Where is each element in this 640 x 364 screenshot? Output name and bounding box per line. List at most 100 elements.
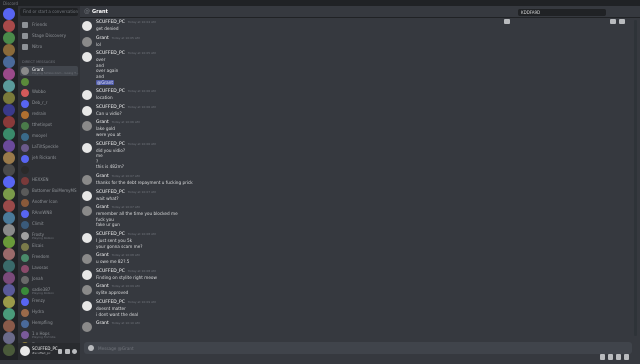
server-icon[interactable] [3, 236, 15, 248]
server-icon[interactable] [3, 320, 15, 332]
avatar[interactable] [82, 233, 92, 243]
avatar[interactable] [82, 301, 92, 311]
server-icon[interactable] [3, 332, 15, 344]
avatar[interactable] [82, 322, 92, 333]
server-icon[interactable] [3, 128, 15, 140]
message-author[interactable]: Grant Today at 10:08 AM [96, 253, 140, 258]
message-author[interactable]: Grant Today at 10:09 AM [96, 284, 140, 289]
nav-stage-discovery[interactable]: Stage Discovery [22, 31, 66, 40]
dm-item[interactable]: Grant Playing SimGo.Com - Going T... [20, 66, 79, 76]
dm-item[interactable]: HEXXEN [20, 176, 78, 186]
server-icon[interactable] [3, 56, 15, 68]
avatar[interactable] [20, 346, 30, 356]
dm-item[interactable]: tthetinpot [20, 121, 78, 131]
emoji-icon[interactable] [624, 354, 629, 360]
user-mention[interactable]: @Grant [96, 79, 115, 85]
dm-item[interactable]: Climit [20, 220, 78, 230]
gift-icon[interactable] [600, 354, 605, 360]
avatar[interactable] [82, 90, 92, 101]
server-icon[interactable] [3, 224, 15, 236]
server-icon[interactable] [3, 116, 15, 128]
message-author[interactable]: SCUFFED_PC Today at 10:08 AM [96, 232, 156, 237]
server-icon[interactable] [3, 308, 15, 320]
dm-item[interactable]: Hydra [20, 308, 78, 318]
server-icon[interactable] [3, 284, 15, 296]
dm-item[interactable] [20, 77, 78, 87]
message-author[interactable]: SCUFFED_PC Today at 10:04 AM [96, 20, 156, 25]
dm-item[interactable]: LaTiltSpeckle [20, 143, 78, 153]
server-icon[interactable] [3, 104, 15, 116]
message-author[interactable]: Grant Today at 10:05 AM [96, 36, 140, 41]
server-icon[interactable] [3, 344, 15, 356]
message-author[interactable]: SCUFFED_PC Today at 10:08 AM [96, 269, 156, 274]
avatar[interactable] [82, 190, 92, 201]
gear-icon[interactable] [72, 349, 77, 354]
sticker-icon[interactable] [616, 354, 621, 360]
avatar[interactable] [82, 21, 92, 31]
server-icon[interactable] [3, 80, 15, 92]
dm-item[interactable]: Bottomer BoiMemyMS [20, 187, 78, 197]
avatar[interactable] [82, 142, 92, 153]
server-icon[interactable] [3, 44, 15, 56]
server-icon[interactable] [3, 32, 15, 44]
server-icon[interactable] [3, 212, 15, 224]
dm-item[interactable]: mooyel [20, 132, 78, 142]
dm-item[interactable]: Deb_r_r [20, 99, 78, 109]
dm-item[interactable]: Wobbo [20, 88, 78, 98]
dm-item[interactable]: Another Icon [20, 198, 78, 208]
dm-item[interactable]: 1 x Hops Playing Fortnite [20, 330, 78, 340]
server-icon[interactable] [3, 20, 15, 32]
server-icon[interactable] [3, 92, 15, 104]
dm-item[interactable]: Jonah [20, 275, 78, 285]
dm-search-input[interactable]: Find or start a conversation [20, 8, 78, 16]
dm-item[interactable]: Freedom [20, 253, 78, 263]
avatar[interactable] [82, 36, 92, 47]
server-icon[interactable] [3, 176, 15, 188]
dm-item[interactable]: redrain [20, 110, 78, 120]
server-icon[interactable] [3, 296, 15, 308]
message-author[interactable]: SCUFFED_PC Today at 10:09 AM [96, 300, 156, 305]
avatar[interactable] [82, 285, 92, 296]
avatar[interactable] [82, 105, 92, 116]
avatar[interactable] [82, 52, 92, 63]
message-author[interactable]: SCUFFED_PC Today at 10:07 AM [96, 190, 156, 195]
header-search-input[interactable]: KDDFA9D [518, 8, 606, 16]
server-icon[interactable] [3, 260, 15, 272]
dm-item[interactable] [20, 165, 78, 175]
dm-item[interactable]: Frosty Playing Roblox [20, 231, 78, 241]
attach-plus-icon[interactable] [88, 345, 94, 351]
message-author[interactable]: SCUFFED_PC Today at 10:06 AM [96, 89, 156, 94]
dm-item[interactable]: Hempfling [20, 319, 78, 329]
dm-item[interactable]: Lavosas [20, 264, 78, 274]
message-author[interactable]: Grant Today at 10:06 AM [96, 120, 140, 125]
server-icon[interactable] [3, 152, 15, 164]
dm-item[interactable]: Elcais [20, 242, 78, 252]
gif-icon[interactable] [608, 354, 613, 360]
avatar[interactable] [82, 175, 92, 185]
message-author[interactable]: Grant Today at 10:10 AM [96, 321, 140, 326]
server-icon[interactable] [3, 272, 15, 284]
message-author[interactable]: SCUFFED_PC Today at 10:05 AM [96, 51, 156, 56]
server-icon[interactable] [3, 140, 15, 152]
message-author[interactable]: Grant Today at 10:07 AM [96, 205, 140, 210]
mute-icon[interactable] [58, 349, 62, 354]
avatar[interactable] [82, 206, 92, 217]
nav-friends[interactable]: Friends [22, 20, 47, 29]
server-icon[interactable] [3, 68, 15, 80]
scrollbar[interactable] [634, 20, 637, 336]
server-icon[interactable] [3, 164, 15, 176]
message-author[interactable]: SCUFFED_PC Today at 10:06 AM [96, 105, 156, 110]
message-composer[interactable]: Message @Grant [84, 342, 632, 360]
avatar[interactable] [82, 121, 92, 132]
nav-nitro[interactable]: Nitro [22, 42, 42, 51]
dm-item[interactable]: sadie387 Playing Roblox [20, 286, 78, 296]
message-input[interactable]: Message @Grant [98, 346, 134, 351]
dm-item[interactable]: RAnnWN8 [20, 209, 78, 219]
avatar[interactable] [82, 254, 92, 265]
message-author[interactable]: Grant Today at 10:07 AM [96, 174, 140, 179]
server-icon[interactable] [3, 188, 15, 200]
discord-home-icon[interactable] [3, 8, 15, 20]
server-icon[interactable] [3, 200, 15, 212]
dm-item[interactable]: Frenzy [20, 297, 78, 307]
message-author[interactable]: SCUFFED_PC Today at 10:06 AM [96, 142, 156, 147]
